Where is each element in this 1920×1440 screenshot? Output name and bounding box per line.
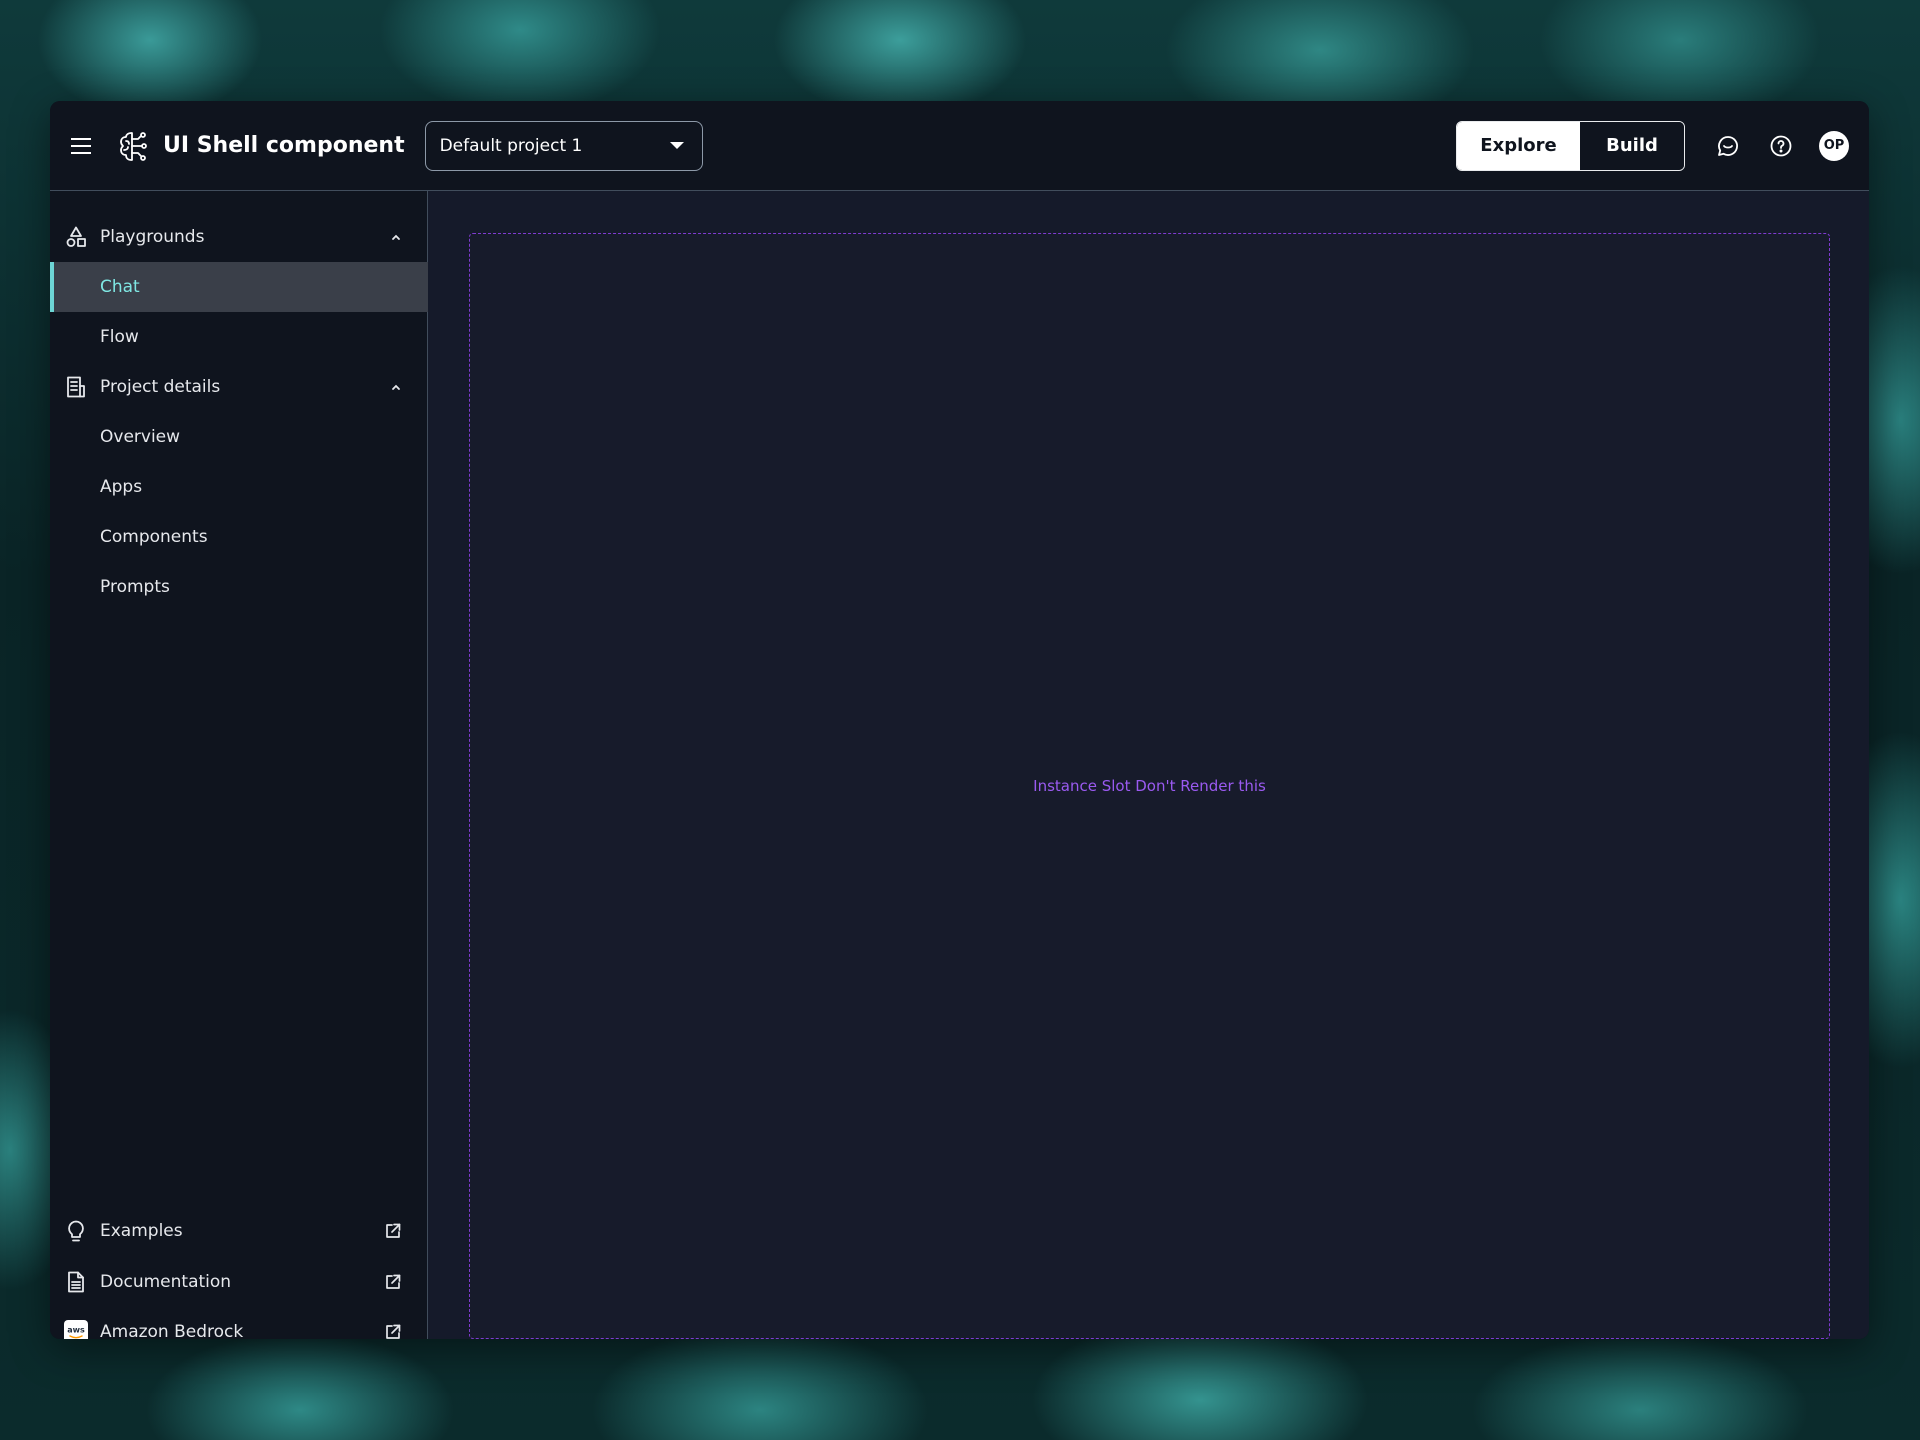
lightbulb-icon: [64, 1219, 88, 1243]
side-navigation: Playgrounds Chat Flow Project details Ov…: [50, 191, 428, 1339]
nav-link-examples[interactable]: Examples: [50, 1206, 428, 1256]
nav-item-chat[interactable]: Chat: [50, 262, 428, 312]
chevron-up-icon[interactable]: [388, 379, 404, 395]
nav-link-label: Documentation: [100, 1272, 232, 1292]
nav-item-label: Apps: [100, 477, 143, 497]
nav-item-overview[interactable]: Overview: [50, 412, 428, 462]
mode-toggle: Explore Build: [1456, 120, 1685, 171]
explore-button[interactable]: Explore: [1457, 121, 1580, 170]
nav-item-label: Chat: [100, 277, 140, 297]
nav-item-flow[interactable]: Flow: [50, 312, 428, 362]
nav-item-label: Overview: [100, 427, 181, 447]
project-select[interactable]: Default project 1: [424, 120, 703, 171]
external-link-icon: [384, 1323, 402, 1339]
nav-item-label: Flow: [100, 327, 139, 347]
caret-down-icon: [669, 142, 684, 149]
chat-bubble-icon[interactable]: [1713, 131, 1743, 161]
nav-item-label: Prompts: [100, 577, 170, 597]
aws-icon: aws: [64, 1320, 88, 1339]
nav-item-label: Components: [100, 527, 208, 547]
nav-section-playgrounds[interactable]: Playgrounds: [50, 212, 428, 262]
brain-circuit-icon: [115, 127, 153, 165]
app-title: UI Shell component: [163, 133, 405, 158]
nav-section-label: Project details: [100, 377, 221, 397]
nav-section-project-details[interactable]: Project details: [50, 362, 428, 412]
nav-section-label: Playgrounds: [100, 227, 205, 247]
external-link-icon: [384, 1222, 402, 1240]
svg-text:aws: aws: [67, 1326, 85, 1335]
chevron-up-icon[interactable]: [388, 229, 404, 245]
nav-link-documentation[interactable]: Documentation: [50, 1257, 428, 1307]
document-list-icon: [64, 375, 88, 399]
top-navigation: UI Shell component Default project 1 Exp…: [50, 101, 1869, 191]
instance-slot: Instance Slot Don't Render this: [469, 233, 1830, 1339]
external-link-icon: [384, 1273, 402, 1291]
nav-item-prompts[interactable]: Prompts: [50, 562, 428, 612]
nav-item-components[interactable]: Components: [50, 512, 428, 562]
nav-link-label: Amazon Bedrock: [100, 1322, 244, 1339]
menu-icon[interactable]: [67, 132, 95, 160]
instance-slot-text: Instance Slot Don't Render this: [1033, 777, 1266, 795]
main-content: Instance Slot Don't Render this: [428, 191, 1869, 1339]
app-shell: UI Shell component Default project 1 Exp…: [50, 101, 1869, 1339]
document-icon: [64, 1270, 88, 1294]
nav-link-label: Examples: [100, 1221, 183, 1241]
nav-link-amazon-bedrock[interactable]: aws Amazon Bedrock: [50, 1307, 428, 1339]
help-icon[interactable]: [1766, 131, 1796, 161]
project-select-value: Default project 1: [439, 135, 583, 156]
shapes-icon: [64, 225, 88, 249]
user-avatar[interactable]: OP: [1819, 130, 1849, 161]
build-button[interactable]: Build: [1580, 121, 1684, 170]
nav-item-apps[interactable]: Apps: [50, 462, 428, 512]
